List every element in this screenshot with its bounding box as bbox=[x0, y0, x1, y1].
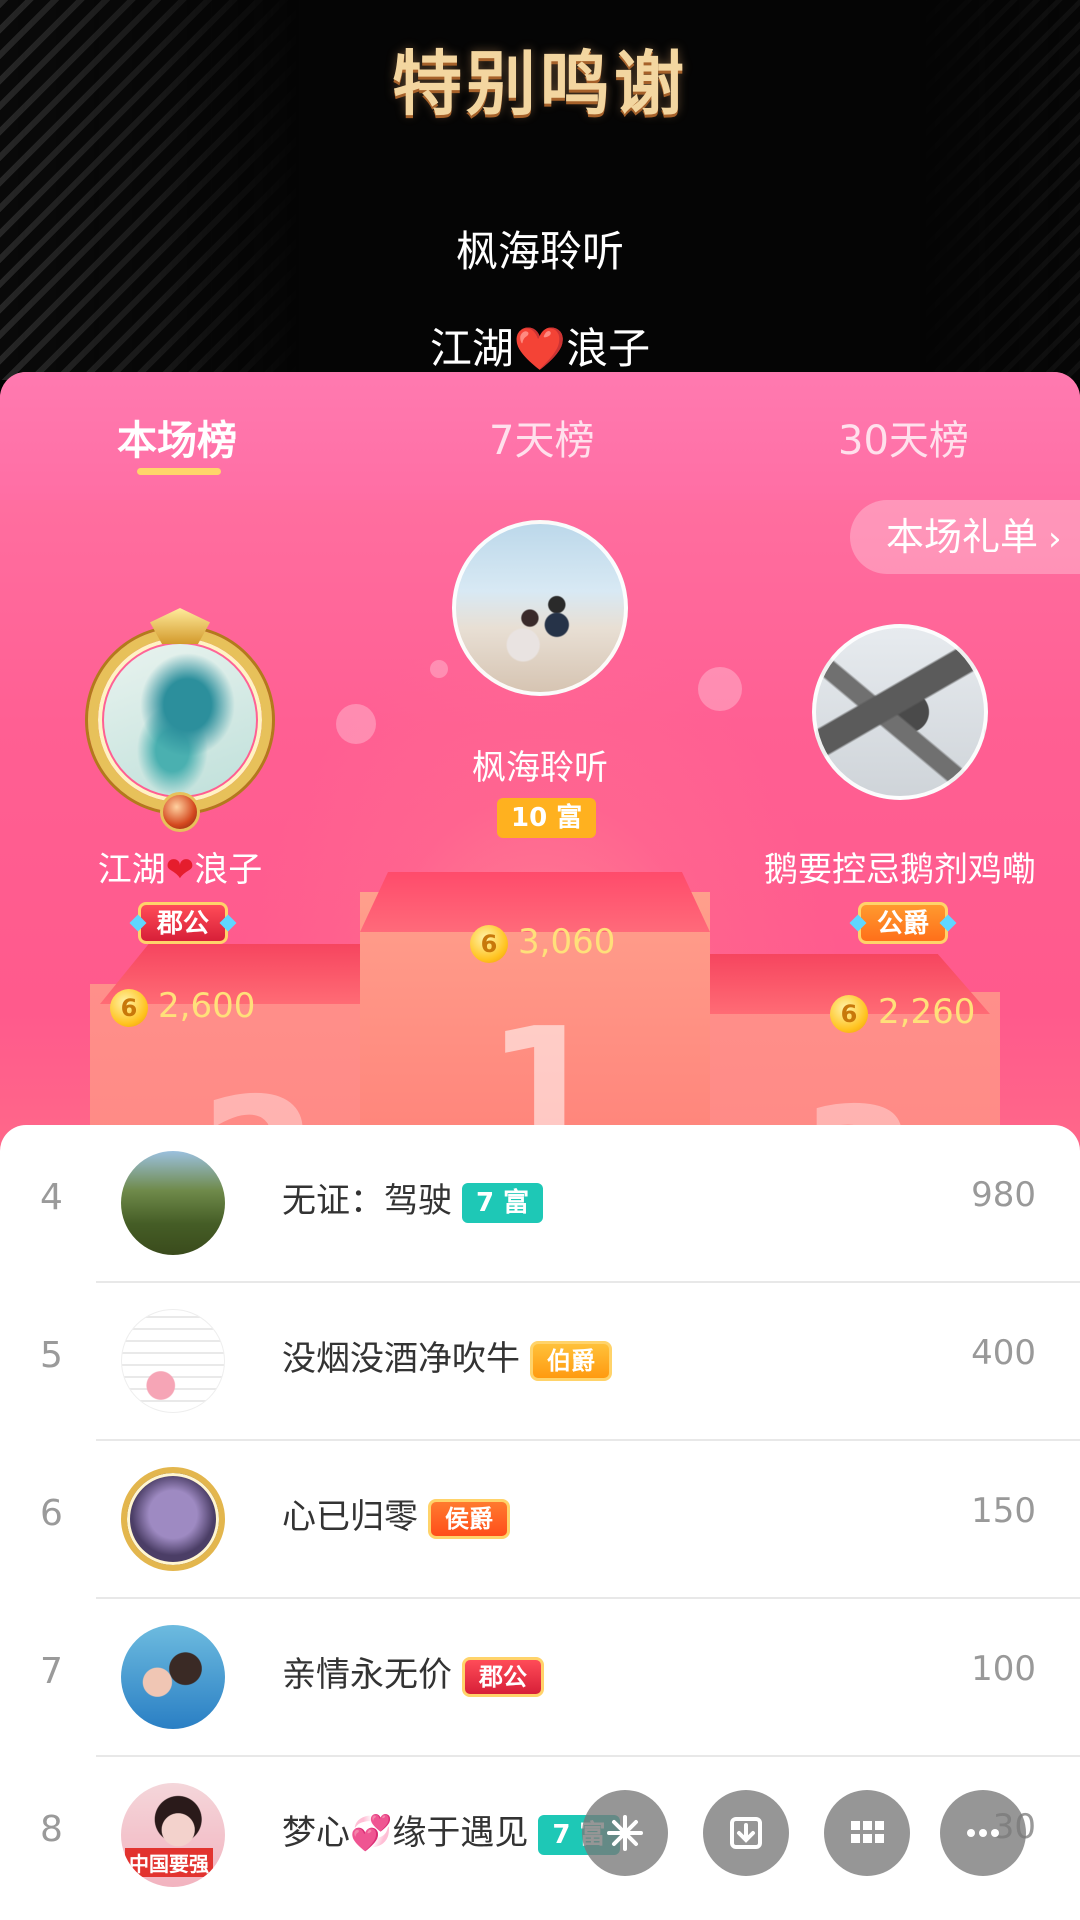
title-badge: 郡公 bbox=[462, 1656, 544, 1697]
tab-7-days[interactable]: 7天榜 bbox=[489, 408, 594, 466]
third-coins: 6 2,260 bbox=[830, 992, 975, 1033]
nickname: 没烟没酒净吹牛 伯爵 bbox=[282, 1331, 612, 1381]
third-coins-value: 2,260 bbox=[878, 992, 976, 1032]
avatar[interactable] bbox=[121, 1625, 225, 1729]
list-item[interactable]: 6 心已归零 侯爵 150 bbox=[0, 1441, 1080, 1599]
avatar[interactable] bbox=[121, 1309, 225, 1413]
second-name-left: 江湖 bbox=[97, 850, 166, 890]
avatar[interactable] bbox=[121, 1151, 225, 1255]
more-button[interactable] bbox=[940, 1790, 1026, 1876]
coin-icon: 6 bbox=[830, 994, 868, 1033]
download-icon bbox=[730, 1817, 762, 1849]
decor-bubble bbox=[430, 660, 448, 678]
thanks-name-2: 江湖❤️浪子 bbox=[429, 324, 651, 373]
gift-list-label: 本场礼单 bbox=[886, 515, 1039, 559]
heart-icon: 💞 bbox=[350, 1813, 393, 1853]
nickname: 心已归零 侯爵 bbox=[282, 1489, 510, 1539]
thanks-name-1: 枫海聆听 bbox=[455, 227, 624, 276]
first-level-badge: 10 富 bbox=[497, 798, 597, 838]
grid-icon bbox=[851, 1821, 884, 1843]
rank-number: 8 bbox=[40, 1809, 63, 1850]
rank-number: 7 bbox=[40, 1651, 63, 1692]
grid-button[interactable] bbox=[824, 1790, 910, 1876]
nickname-right: 缘于遇见 bbox=[392, 1813, 529, 1853]
coin-icon: 6 bbox=[110, 988, 148, 1027]
download-button[interactable] bbox=[703, 1790, 789, 1876]
first-name: 枫海聆听 bbox=[472, 748, 608, 788]
chevron-right-icon: › bbox=[1048, 519, 1062, 559]
score: 150 bbox=[971, 1491, 1036, 1531]
avatar-second[interactable] bbox=[104, 644, 256, 796]
nickname: 无证：驾驶 7 富 bbox=[282, 1173, 544, 1223]
second-coins-value: 2,600 bbox=[158, 986, 256, 1026]
decor-bubble bbox=[336, 704, 376, 744]
list-item[interactable]: 5 没烟没酒净吹牛 伯爵 400 bbox=[0, 1283, 1080, 1441]
second-coins: 6 2,600 bbox=[110, 986, 255, 1027]
ranking-tabs: 本场榜 7天榜 30天榜 bbox=[0, 372, 1080, 500]
avatar-first[interactable] bbox=[452, 520, 628, 696]
rank-number: 5 bbox=[40, 1335, 63, 1376]
avatar[interactable] bbox=[121, 1467, 225, 1571]
score: 980 bbox=[971, 1175, 1036, 1215]
first-coins-value: 3,060 bbox=[518, 922, 616, 962]
nickname: 梦心💞缘于遇见 7 富 bbox=[282, 1805, 620, 1855]
score: 400 bbox=[971, 1333, 1036, 1373]
score: 100 bbox=[971, 1649, 1036, 1689]
decor-bubble bbox=[698, 667, 742, 711]
second-name: 江湖❤浪子 bbox=[40, 842, 320, 891]
third-name: 鹅要控忌鹅剂鸡嘞 bbox=[764, 850, 1036, 890]
avatar-third[interactable] bbox=[812, 624, 988, 800]
nickname-text: 无证：驾驶 bbox=[282, 1181, 452, 1221]
first-coins: 6 3,060 bbox=[470, 922, 615, 963]
level-badge: 7 富 bbox=[462, 1182, 544, 1223]
more-icon bbox=[967, 1829, 999, 1837]
ranking-list: 4 无证：驾驶 7 富 980 5 没烟没酒净吹牛 伯爵 400 6 心已归零 侯爵 … bbox=[0, 1125, 1080, 1920]
thanks-banner: 特别鸣谢 枫海聆听 江湖❤️浪子 bbox=[0, 0, 1080, 380]
frame-crest-icon bbox=[150, 608, 210, 644]
nickname-text: 没烟没酒净吹牛 bbox=[282, 1339, 520, 1379]
third-title-badge: 公爵 bbox=[858, 902, 949, 944]
sparkle-icon bbox=[607, 1815, 643, 1851]
second-title-badge: 郡公 bbox=[138, 902, 229, 944]
nickname-text: 亲情永无价 bbox=[282, 1655, 452, 1695]
thanks-title: 特别鸣谢 bbox=[392, 43, 688, 125]
list-item[interactable]: 7 亲情永无价 郡公 100 bbox=[0, 1599, 1080, 1757]
title-badge: 侯爵 bbox=[428, 1498, 510, 1539]
nickname-text: 心已归零 bbox=[282, 1497, 418, 1537]
list-item[interactable]: 4 无证：驾驶 7 富 980 bbox=[0, 1125, 1080, 1283]
avatar[interactable]: 中国要强 bbox=[121, 1783, 225, 1887]
title-badge: 伯爵 bbox=[530, 1340, 612, 1381]
tab-active-indicator bbox=[137, 468, 221, 475]
second-name-right: 浪子 bbox=[194, 850, 263, 890]
sparkle-button[interactable] bbox=[582, 1790, 668, 1876]
gift-list-button[interactable]: 本场礼单 › bbox=[850, 500, 1080, 574]
rank-number: 6 bbox=[40, 1493, 63, 1534]
nickname: 亲情永无价 郡公 bbox=[282, 1647, 544, 1697]
coin-icon: 6 bbox=[470, 924, 508, 963]
tab-current-show[interactable]: 本场榜 bbox=[117, 408, 237, 466]
list-item[interactable]: 8 中国要强 梦心💞缘于遇见7 富 30 bbox=[0, 1757, 1080, 1915]
frame-gem-icon bbox=[160, 792, 200, 832]
avatar-caption: 中国要强 bbox=[125, 1848, 213, 1877]
nickname-left: 梦心 bbox=[282, 1813, 350, 1853]
rank-number: 4 bbox=[40, 1177, 63, 1218]
heart-icon: ❤ bbox=[165, 850, 195, 890]
tab-30-days[interactable]: 30天榜 bbox=[838, 408, 969, 466]
